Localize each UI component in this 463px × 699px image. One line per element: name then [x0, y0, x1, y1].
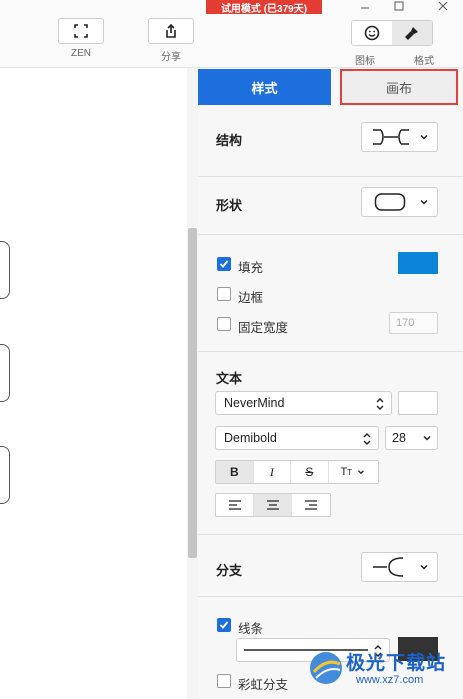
rainbow-branch-checkbox[interactable] — [217, 674, 231, 688]
rainbow-branch-label: 彩虹分支 — [238, 678, 289, 692]
text-case-button[interactable]: TT — [329, 461, 378, 483]
smiley-icon — [364, 25, 380, 41]
fixed-width-label: 固定宽度 — [238, 321, 289, 335]
share-label: 分享 — [161, 52, 181, 63]
watermark: 极光下载站 www.xz7.com — [304, 640, 462, 696]
panel-toggle — [351, 20, 433, 46]
text-color-swatch[interactable] — [398, 391, 438, 415]
close-icon[interactable] — [433, 0, 453, 14]
divider — [198, 351, 463, 352]
shape-dropdown[interactable] — [361, 187, 438, 217]
checkmark-icon — [219, 260, 229, 268]
font-size-value: 28 — [392, 431, 406, 445]
topic-node[interactable] — [0, 241, 10, 299]
branch-title: 分支 — [216, 563, 243, 578]
strikethrough-button[interactable]: S — [291, 461, 329, 483]
chevron-down-icon — [358, 470, 365, 475]
chevron-down-icon — [420, 564, 428, 570]
watermark-brand: 极光下载站 — [346, 653, 447, 674]
chevron-down-icon — [420, 199, 428, 205]
fill-label: 填充 — [238, 261, 264, 275]
text-title: 文本 — [216, 371, 243, 386]
align-left-icon — [228, 500, 241, 510]
fixed-width-input[interactable]: 170 — [389, 312, 438, 334]
divider — [198, 596, 463, 597]
font-family-select[interactable]: NeverMind — [215, 391, 392, 415]
align-left-button[interactable] — [216, 494, 254, 516]
scrollbar-thumb[interactable] — [188, 228, 197, 558]
structure-title: 结构 — [216, 133, 243, 148]
updown-chevron-icon — [363, 433, 371, 445]
align-right-icon — [305, 500, 317, 510]
strikethrough-icon: S — [305, 465, 314, 479]
align-center-icon — [266, 500, 279, 510]
topic-node[interactable] — [0, 344, 10, 402]
share-button[interactable] — [148, 18, 194, 44]
border-checkbox[interactable] — [217, 287, 231, 301]
font-weight-value: Demibold — [224, 431, 277, 445]
format-panel: 样式 画布 结构 形状 填充 边框 固定宽度 170 文本 NeverMind … — [198, 68, 463, 699]
rounded-rect-shape-icon — [374, 193, 406, 211]
format-panel-button[interactable] — [392, 21, 432, 45]
font-family-value: NeverMind — [224, 396, 285, 410]
structure-dropdown[interactable] — [361, 122, 438, 152]
tab-canvas[interactable]: 画布 — [340, 69, 458, 105]
fixed-width-checkbox[interactable] — [217, 317, 231, 331]
zen-button[interactable] — [58, 18, 104, 44]
align-center-button[interactable] — [254, 494, 292, 516]
divider — [198, 234, 463, 235]
icon-panel-button[interactable] — [352, 21, 392, 45]
branch-style-icon — [373, 557, 404, 577]
divider — [198, 176, 463, 177]
topic-node[interactable] — [0, 446, 10, 504]
checkmark-icon — [219, 621, 229, 629]
share-icon — [166, 23, 176, 38]
zen-label: ZEN — [71, 48, 91, 59]
minimize-icon[interactable] — [355, 0, 375, 14]
text-case-icon: TT — [340, 466, 353, 478]
bold-icon: B — [229, 465, 239, 479]
updown-chevron-icon — [376, 398, 384, 410]
font-size-select[interactable]: 28 — [385, 426, 438, 450]
shape-title: 形状 — [216, 198, 243, 213]
brush-icon — [405, 27, 418, 40]
top-toolbar: ZEN 分享 试用模式 (已379天) 图标 格式 — [0, 0, 463, 68]
tab-style[interactable]: 样式 — [198, 69, 331, 105]
text-align-group — [215, 493, 331, 517]
chevron-down-icon — [420, 134, 428, 140]
italic-button[interactable]: I — [254, 461, 292, 483]
mindmap-canvas[interactable] — [0, 68, 198, 699]
bold-button[interactable]: B — [216, 461, 254, 483]
trial-badge[interactable]: 试用模式 (已379天) — [206, 0, 322, 15]
line-checkbox[interactable] — [217, 618, 231, 632]
border-label: 边框 — [238, 291, 264, 305]
watermark-url: www.xz7.com — [356, 674, 424, 686]
fill-color-swatch[interactable] — [398, 252, 438, 274]
structure-icon — [373, 129, 409, 145]
align-right-button[interactable] — [292, 494, 330, 516]
chevron-down-icon — [423, 435, 431, 441]
format-tab-label: 格式 — [414, 56, 434, 67]
line-label: 线条 — [238, 622, 264, 636]
text-style-group: B I S TT — [215, 460, 379, 484]
icon-tab-label: 图标 — [355, 56, 375, 67]
italic-icon: I — [269, 464, 274, 479]
maximize-icon[interactable] — [389, 0, 409, 14]
fill-checkbox[interactable] — [217, 257, 231, 271]
font-weight-select[interactable]: Demibold — [215, 426, 379, 450]
divider — [198, 534, 463, 535]
branch-dropdown[interactable] — [361, 552, 438, 582]
fullscreen-icon — [74, 24, 88, 38]
